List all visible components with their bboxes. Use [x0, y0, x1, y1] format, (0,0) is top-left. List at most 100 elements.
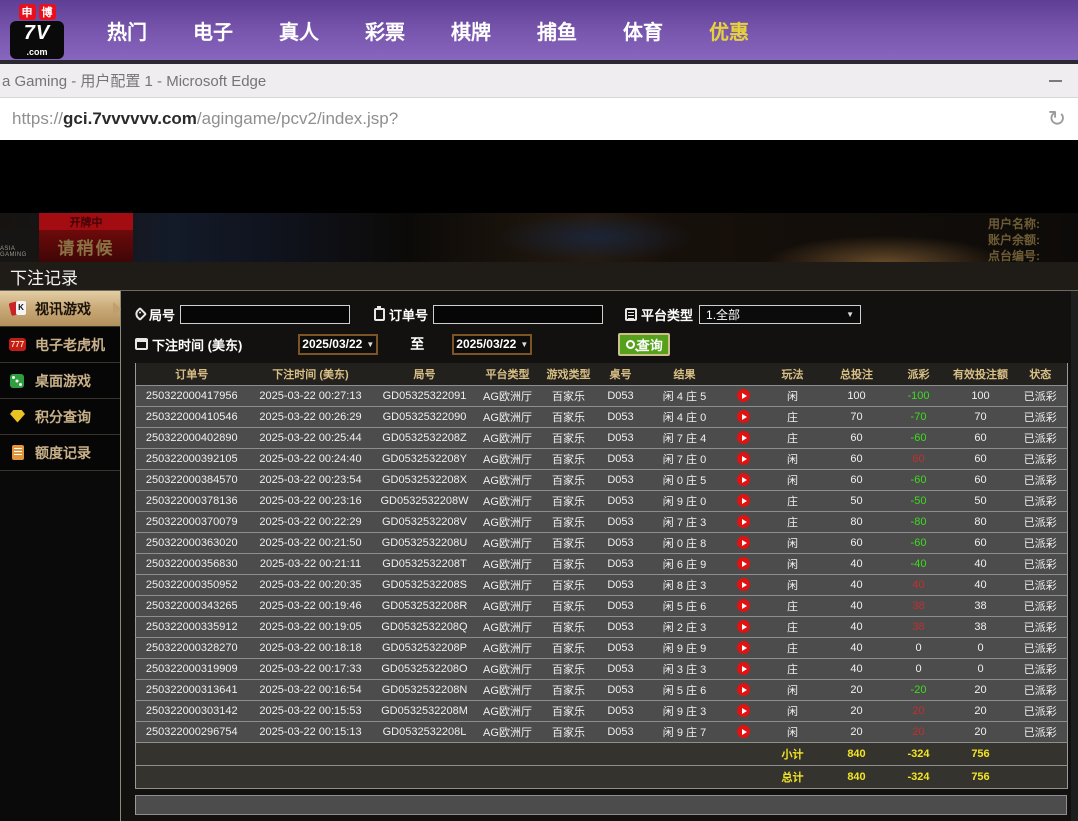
cell-game: 百家乐 — [540, 658, 598, 679]
site-logo[interactable]: 申 博 7V .com — [8, 4, 66, 59]
sidebar-item-table-games[interactable]: 桌面游戏 — [0, 363, 120, 399]
nav-item-electronic[interactable]: 电子 — [170, 16, 256, 45]
cell-order: 250322000328270 — [136, 637, 248, 658]
play-video-icon[interactable] — [737, 452, 750, 465]
table-row: 250322000363020 2025-03-22 00:21:50 GD05… — [136, 532, 1068, 553]
cell-time: 2025-03-22 00:25:44 — [248, 427, 374, 448]
nav-item-live[interactable]: 真人 — [256, 16, 342, 45]
table-row: 250322000319909 2025-03-22 00:17:33 GD05… — [136, 658, 1068, 679]
cell-valid-bet: 40 — [948, 574, 1014, 595]
sidebar-item-video-games[interactable]: K 视讯游戏 — [0, 291, 120, 327]
slot-machine-icon: 777 — [8, 336, 28, 354]
cell-payout: 20 — [890, 721, 948, 742]
cell-payout: -60 — [890, 427, 948, 448]
bet-time-label-group: 下注时间 (美东) — [135, 335, 242, 354]
cell-total-bet: 40 — [824, 616, 890, 637]
cell-payout: -70 — [890, 406, 948, 427]
order-number-input[interactable] — [433, 305, 603, 324]
cell-payout: 38 — [890, 616, 948, 637]
cell-play: 庄 — [762, 616, 824, 637]
round-number-input[interactable] — [180, 305, 350, 324]
cell-order: 250322000402890 — [136, 427, 248, 448]
cell-status: 已派彩 — [1014, 406, 1068, 427]
cell-play: 庄 — [762, 595, 824, 616]
cell-round: GD0532532208V — [374, 511, 476, 532]
play-video-icon[interactable] — [737, 704, 750, 717]
nav-item-hot[interactable]: 热门 — [84, 16, 170, 45]
cell-play: 庄 — [762, 658, 824, 679]
cell-game: 百家乐 — [540, 679, 598, 700]
sidebar-item-points[interactable]: 积分查询 — [0, 399, 120, 435]
cell-table: D053 — [598, 448, 644, 469]
table-row: 250322000356830 2025-03-22 00:21:11 GD05… — [136, 553, 1068, 574]
sidebar-item-slots[interactable]: 777 电子老虎机 — [0, 327, 120, 363]
nav-item-fishing[interactable]: 捕鱼 — [514, 16, 600, 45]
cell-table: D053 — [598, 490, 644, 511]
platform-type-select[interactable]: 1.全部 ▼ — [699, 305, 861, 324]
play-video-icon[interactable] — [737, 599, 750, 612]
nav-item-sports[interactable]: 体育 — [600, 16, 686, 45]
refresh-icon[interactable]: ↻ — [1048, 108, 1066, 130]
platform-type-label-group: 平台类型 — [625, 305, 693, 324]
subtotal-total-bet: 840 — [824, 742, 890, 765]
cards-icon: K — [8, 300, 28, 318]
minimize-icon — [1049, 80, 1062, 82]
cell-status: 已派彩 — [1014, 595, 1068, 616]
cell-platform: AG欧洲厅 — [476, 595, 540, 616]
play-video-icon[interactable] — [737, 620, 750, 633]
date-from-select[interactable]: 2025/03/22 ▼ — [298, 334, 378, 355]
nav-item-lottery[interactable]: 彩票 — [342, 16, 428, 45]
page-title: 下注记录 — [10, 264, 78, 289]
play-video-icon[interactable] — [737, 515, 750, 528]
url-host: gci.7vvvvvv.com — [63, 109, 197, 128]
cell-result: 闲 9 庄 0 — [644, 490, 726, 511]
address-bar[interactable]: https://gci.7vvvvvv.com/agingame/pcv2/in… — [0, 98, 1078, 140]
table-header: 订单号 下注时间 (美东) 局号 平台类型 游戏类型 桌号 结果 玩法 总投注 … — [136, 363, 1068, 385]
cell-status: 已派彩 — [1014, 574, 1068, 595]
minimize-button[interactable] — [1042, 71, 1068, 91]
cell-platform: AG欧洲厅 — [476, 406, 540, 427]
cell-order: 250322000335912 — [136, 616, 248, 637]
cell-total-bet: 40 — [824, 595, 890, 616]
play-video-icon[interactable] — [737, 410, 750, 423]
platform-selected-value: 1.全部 — [706, 306, 740, 323]
cell-platform: AG欧洲厅 — [476, 448, 540, 469]
cell-valid-bet: 20 — [948, 721, 1014, 742]
game-status-header: 开牌中 — [39, 213, 133, 230]
cell-result: 闲 6 庄 9 — [644, 553, 726, 574]
cell-platform: AG欧洲厅 — [476, 679, 540, 700]
cell-platform: AG欧洲厅 — [476, 637, 540, 658]
play-video-icon[interactable] — [737, 431, 750, 444]
date-to-value: 2025/03/22 — [456, 337, 516, 351]
cell-video — [726, 637, 762, 658]
play-video-icon[interactable] — [737, 389, 750, 402]
scrollbar-track[interactable] — [1071, 291, 1078, 821]
cell-round: GD0532532208W — [374, 490, 476, 511]
cell-valid-bet: 50 — [948, 490, 1014, 511]
play-video-icon[interactable] — [737, 662, 750, 675]
cell-table: D053 — [598, 469, 644, 490]
subtotal-payout: -324 — [890, 742, 948, 765]
cell-play: 闲 — [762, 469, 824, 490]
play-video-icon[interactable] — [737, 578, 750, 591]
date-to-select[interactable]: 2025/03/22 ▼ — [452, 334, 532, 355]
play-video-icon[interactable] — [737, 641, 750, 654]
username-label: 用户名称: — [988, 216, 1078, 232]
cell-total-bet: 70 — [824, 406, 890, 427]
cell-game: 百家乐 — [540, 427, 598, 448]
cell-payout: -50 — [890, 490, 948, 511]
play-video-icon[interactable] — [737, 725, 750, 738]
nav-item-chess[interactable]: 棋牌 — [428, 16, 514, 45]
play-video-icon[interactable] — [737, 683, 750, 696]
cell-time: 2025-03-22 00:21:50 — [248, 532, 374, 553]
cell-game: 百家乐 — [540, 637, 598, 658]
nav-item-promo[interactable]: 优惠 — [686, 16, 772, 45]
cell-valid-bet: 100 — [948, 385, 1014, 406]
play-video-icon[interactable] — [737, 494, 750, 507]
search-button[interactable]: 查询 — [618, 333, 670, 356]
play-video-icon[interactable] — [737, 536, 750, 549]
play-video-icon[interactable] — [737, 557, 750, 570]
play-video-icon[interactable] — [737, 473, 750, 486]
sidebar-item-quota-records[interactable]: 额度记录 — [0, 435, 120, 471]
cell-play: 闲 — [762, 532, 824, 553]
